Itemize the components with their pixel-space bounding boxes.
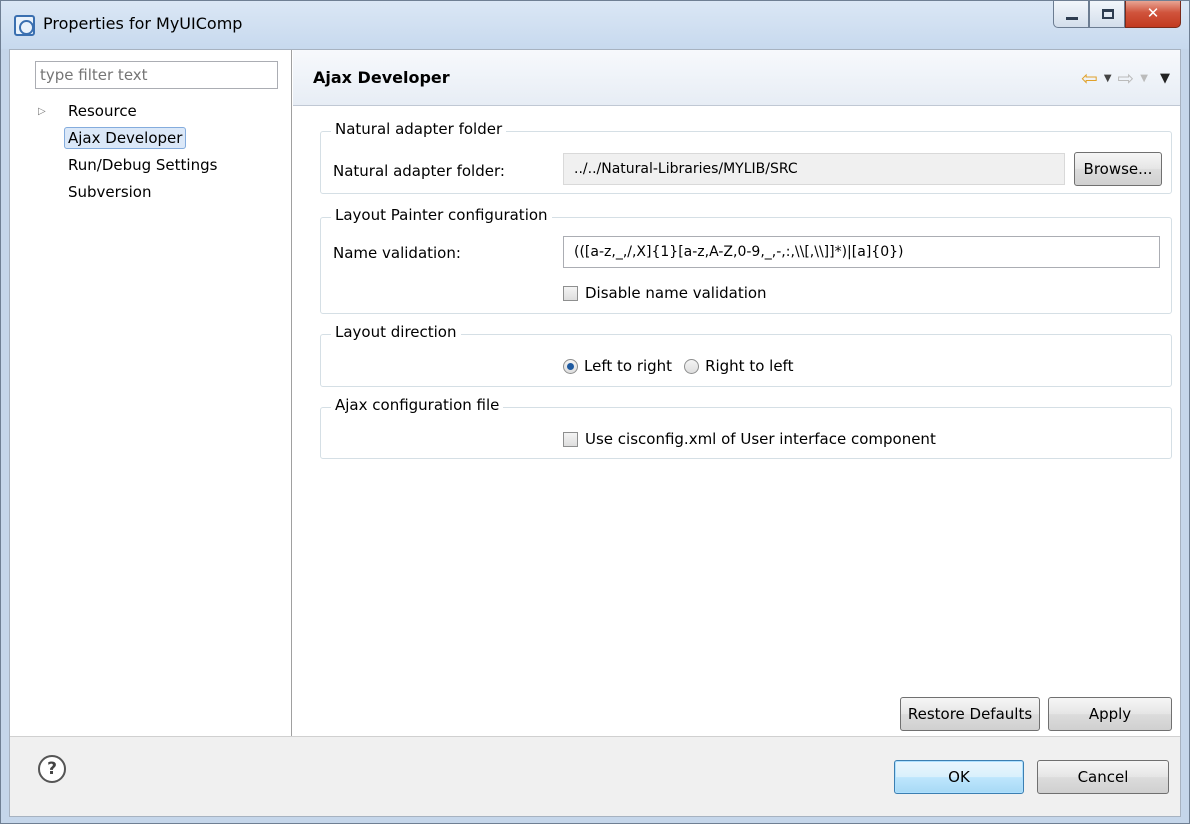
tree-item-run-debug-settings[interactable]: Run/Debug Settings: [38, 152, 217, 179]
maximize-icon: [1102, 9, 1114, 19]
dialog-button-bar: ? OK Cancel: [10, 736, 1180, 816]
minimize-button[interactable]: [1053, 1, 1089, 28]
group-legend: Ajax configuration file: [331, 396, 504, 414]
back-arrow-icon[interactable]: ⇦: [1081, 66, 1098, 90]
group-natural-adapter-folder: Natural adapter folder Natural adapter f…: [320, 120, 1172, 194]
adapter-folder-label: Natural adapter folder:: [333, 162, 505, 180]
group-legend: Layout direction: [331, 323, 461, 341]
tree-item-subversion[interactable]: Subversion: [38, 179, 217, 206]
checkbox-label: Disable name validation: [585, 284, 767, 302]
restore-defaults-button[interactable]: Restore Defaults: [900, 697, 1040, 731]
left-to-right-radio[interactable]: Left to right: [563, 357, 672, 375]
ok-button[interactable]: OK: [894, 760, 1024, 794]
filter-input[interactable]: [35, 61, 278, 89]
cancel-button[interactable]: Cancel: [1037, 760, 1169, 794]
right-to-left-radio[interactable]: Right to left: [684, 357, 793, 375]
tree-item-label: Ajax Developer: [64, 127, 187, 149]
caption-buttons: ✕: [1053, 1, 1181, 28]
navigation-pane: ▷ Resource Ajax Developer Run/Debug Sett…: [10, 50, 292, 736]
group-legend: Layout Painter configuration: [331, 206, 552, 224]
radio-label: Left to right: [584, 357, 673, 375]
tree-item-label: Run/Debug Settings: [68, 156, 218, 174]
group-layout-direction: Layout direction Left to right Right to …: [320, 323, 1172, 387]
property-page: Ajax Developer ⇦ ▼ ⇨ ▼ ▼ Natural adapter…: [293, 50, 1180, 736]
page-header: Ajax Developer ⇦ ▼ ⇨ ▼ ▼: [293, 50, 1180, 106]
disable-name-validation-checkbox[interactable]: Disable name validation: [563, 284, 767, 302]
adapter-folder-field[interactable]: ../../Natural-Libraries/MYLIB/SRC: [563, 153, 1065, 185]
group-legend: Natural adapter folder: [331, 120, 507, 138]
forward-dropdown-icon[interactable]: ▼: [1140, 73, 1148, 84]
checkbox-label: Use cisconfig.xml of User interface comp…: [585, 430, 936, 448]
dialog-client: ▷ Resource Ajax Developer Run/Debug Sett…: [9, 49, 1181, 817]
tree-item-resource[interactable]: ▷ Resource: [38, 98, 217, 125]
tree-item-label: Resource: [68, 102, 137, 120]
property-tree: ▷ Resource Ajax Developer Run/Debug Sett…: [38, 98, 217, 206]
tree-item-label: Subversion: [68, 183, 152, 201]
radio-selected-icon: [563, 358, 578, 374]
close-button[interactable]: ✕: [1125, 1, 1181, 28]
minimize-icon: [1066, 17, 1078, 20]
help-icon[interactable]: ?: [38, 755, 66, 783]
checkbox-icon: [563, 285, 578, 301]
browse-button[interactable]: Browse...: [1074, 152, 1162, 186]
forward-arrow-icon[interactable]: ⇨: [1118, 66, 1135, 90]
radio-label: Right to left: [705, 357, 794, 375]
direction-radio-group: Left to right Right to left: [563, 357, 793, 375]
name-validation-label: Name validation:: [333, 244, 461, 262]
apply-button[interactable]: Apply: [1048, 697, 1172, 731]
title-bar[interactable]: Properties for MyUIComp ✕: [1, 1, 1189, 49]
group-layout-painter: Layout Painter configuration Name valida…: [320, 206, 1172, 314]
window-title: Properties for MyUIComp: [43, 14, 243, 33]
name-validation-field[interactable]: (([a-z,_,/,X]{1}[a-z,A-Z,0-9,_,-,:,\\[,\…: [563, 236, 1160, 268]
maximize-button[interactable]: [1089, 1, 1125, 28]
page-navigation: ⇦ ▼ ⇨ ▼ ▼: [1081, 66, 1170, 90]
checkbox-icon: [563, 431, 578, 447]
view-menu-icon[interactable]: ▼: [1160, 71, 1170, 86]
back-dropdown-icon[interactable]: ▼: [1104, 73, 1112, 84]
tree-item-ajax-developer[interactable]: Ajax Developer: [38, 125, 217, 152]
properties-dialog: Properties for MyUIComp ✕ ▷ Resource Aja…: [0, 0, 1190, 824]
radio-unselected-icon: [684, 358, 700, 374]
expand-icon[interactable]: ▷: [38, 98, 50, 125]
use-cisconfig-checkbox[interactable]: Use cisconfig.xml of User interface comp…: [563, 430, 936, 448]
page-title: Ajax Developer: [313, 68, 450, 87]
group-ajax-configuration-file: Ajax configuration file Use cisconfig.xm…: [320, 396, 1172, 459]
app-icon: [14, 15, 35, 36]
close-icon: ✕: [1146, 4, 1160, 22]
